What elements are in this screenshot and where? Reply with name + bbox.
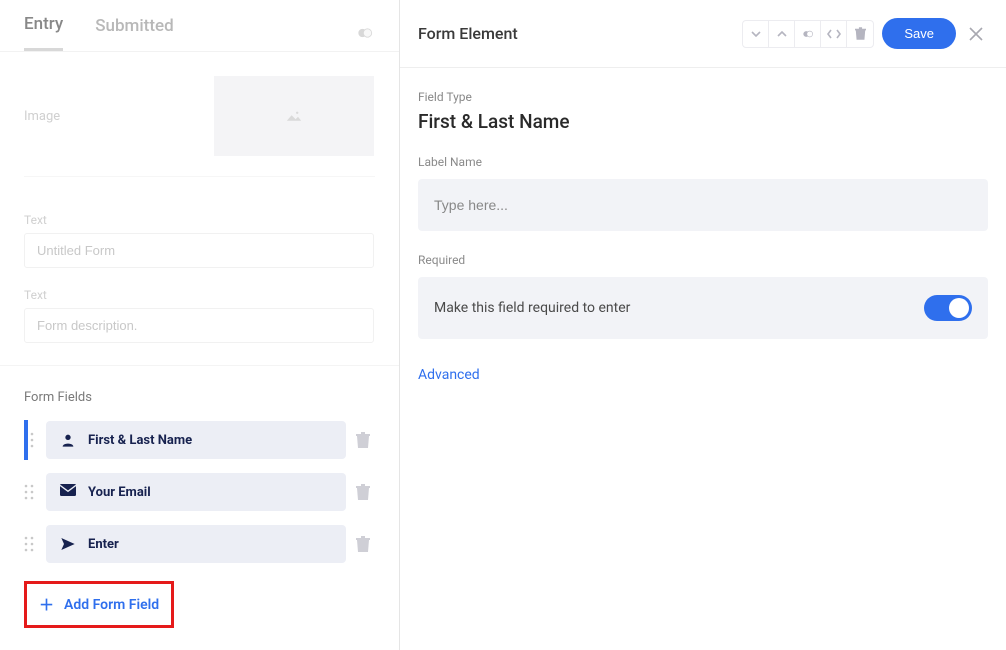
- drag-handle-icon[interactable]: [24, 536, 38, 552]
- field-row: First & Last Name: [24, 421, 375, 459]
- field-row: Enter: [24, 525, 375, 563]
- image-placeholder[interactable]: [214, 76, 374, 156]
- form-fields-section: Form Fields First & Last Name: [0, 366, 399, 628]
- field-label: First & Last Name: [88, 433, 192, 448]
- required-toggle[interactable]: [924, 295, 972, 321]
- drag-handle-icon[interactable]: [24, 484, 38, 500]
- theme-icon[interactable]: [355, 23, 375, 43]
- trash-icon[interactable]: [356, 484, 370, 500]
- tab-submitted[interactable]: Submitted: [95, 16, 173, 50]
- image-section: Image: [0, 52, 399, 193]
- field-first-last-name[interactable]: First & Last Name: [46, 421, 346, 459]
- right-panel: Form Element: [400, 0, 1006, 650]
- trash-icon[interactable]: [356, 536, 370, 552]
- description-section: Text: [0, 268, 399, 366]
- add-field-label: Add Form Field: [64, 597, 159, 613]
- field-label: Enter: [88, 537, 119, 552]
- envelope-icon: [60, 484, 76, 500]
- save-button[interactable]: Save: [882, 18, 956, 49]
- field-type-label: Field Type: [418, 90, 988, 104]
- field-row: Your Email: [24, 473, 375, 511]
- advanced-link[interactable]: Advanced: [418, 367, 988, 383]
- trash-icon[interactable]: [356, 432, 370, 448]
- description-input[interactable]: [24, 308, 374, 343]
- field-your-email[interactable]: Your Email: [46, 473, 346, 511]
- title-section: Text: [0, 193, 399, 268]
- chevron-down-icon[interactable]: [743, 21, 769, 47]
- chevron-up-icon[interactable]: [769, 21, 795, 47]
- label-name-input[interactable]: [418, 179, 988, 231]
- tab-entry[interactable]: Entry: [24, 14, 63, 51]
- visibility-icon[interactable]: [795, 21, 821, 47]
- field-enter[interactable]: Enter: [46, 525, 346, 563]
- drag-handle-icon[interactable]: [24, 432, 38, 448]
- add-form-field-button[interactable]: ＋ Add Form Field: [24, 581, 174, 628]
- code-icon[interactable]: [821, 21, 847, 47]
- tabs: Entry Submitted: [0, 0, 399, 52]
- image-label: Image: [24, 109, 214, 124]
- form-fields-label: Form Fields: [24, 390, 375, 405]
- close-icon[interactable]: [964, 22, 988, 46]
- send-icon: [60, 536, 76, 552]
- field-type-value: First & Last Name: [418, 110, 988, 133]
- label-name-label: Label Name: [418, 155, 988, 169]
- plus-icon: ＋: [39, 594, 54, 615]
- trash-icon[interactable]: [847, 21, 873, 47]
- nav-icon-group: [742, 20, 874, 48]
- description-label: Text: [24, 288, 375, 302]
- field-label: Your Email: [88, 485, 151, 500]
- right-header: Form Element: [400, 0, 1006, 68]
- form-element-title: Form Element: [418, 24, 518, 43]
- title-label: Text: [24, 213, 375, 227]
- title-input[interactable]: [24, 233, 374, 268]
- required-label: Required: [418, 253, 988, 267]
- left-panel: Entry Submitted Image Text Text Form Fie…: [0, 0, 400, 650]
- required-row: Make this field required to enter: [418, 277, 988, 339]
- user-icon: [60, 432, 76, 448]
- right-body: Field Type First & Last Name Label Name …: [400, 68, 1006, 405]
- required-text: Make this field required to enter: [434, 300, 630, 316]
- image-icon: [284, 108, 304, 124]
